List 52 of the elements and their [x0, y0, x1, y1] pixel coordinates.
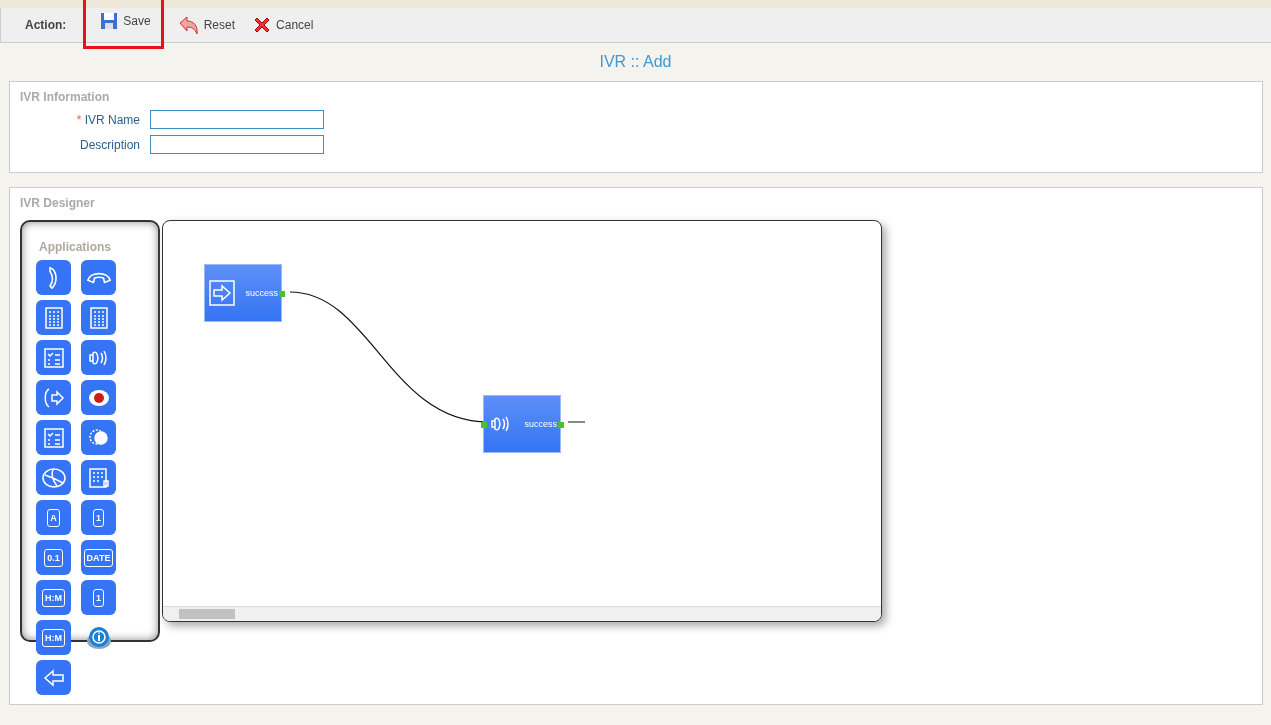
palette-tile[interactable]	[36, 420, 71, 455]
field-label: Description	[78, 137, 140, 152]
palette-tile[interactable]	[36, 380, 71, 415]
glyph-label: 1	[93, 588, 104, 607]
glyph-label: H:M	[42, 628, 65, 647]
palette-tile[interactable]	[36, 340, 71, 375]
handset-icon	[47, 266, 60, 289]
palette-tile[interactable]	[81, 420, 116, 455]
reset-button[interactable]: Reset	[174, 15, 240, 35]
palette-tile[interactable]	[81, 260, 116, 295]
palette-tile[interactable]	[81, 380, 116, 415]
flow-node[interactable]: success	[483, 395, 561, 453]
port-label: success	[245, 288, 278, 298]
undo-arrow-icon	[178, 15, 199, 35]
connector-line	[568, 421, 585, 423]
palette-tile[interactable]: 0.1	[36, 540, 71, 575]
palette-tile[interactable]	[81, 460, 116, 495]
field-label: * IVR Name	[75, 112, 140, 127]
glyph-label: DATE	[83, 548, 114, 567]
section-legend: IVR Designer	[20, 196, 1252, 210]
glyph-label: 0.1	[44, 548, 63, 567]
palette-tile[interactable]: 1	[81, 500, 116, 535]
input-field[interactable]	[150, 110, 324, 129]
input-port[interactable]	[481, 422, 487, 428]
toolbar-label: Action:	[25, 18, 67, 32]
glyph-label: 1	[93, 508, 104, 527]
palette-tile[interactable]: A	[36, 500, 71, 535]
arrow-right-icon	[209, 280, 235, 306]
handset-icon	[86, 271, 111, 284]
palette-tile[interactable]	[36, 460, 71, 495]
palette-tile[interactable]: H:M	[36, 620, 71, 655]
page-title: IVR :: Add	[598, 52, 673, 72]
horizontal-scrollbar[interactable]	[163, 606, 881, 621]
palette-tile[interactable]: DATE	[81, 540, 116, 575]
palette-title: Applications	[39, 240, 112, 254]
palette-tile[interactable]	[81, 300, 116, 335]
input-field[interactable]	[150, 135, 324, 154]
flow-node[interactable]: success	[204, 264, 282, 322]
close-icon	[253, 16, 272, 34]
palette-tile[interactable]	[81, 340, 116, 375]
palette-tile[interactable]	[36, 300, 71, 335]
section-legend: IVR Information	[20, 90, 1252, 104]
palette-tile[interactable]: H:M	[36, 580, 71, 615]
glyph-label: A	[47, 508, 60, 527]
port-label: success	[524, 419, 557, 429]
palette-tile[interactable]: 1	[81, 580, 116, 615]
palette-tile[interactable]	[36, 260, 71, 295]
palette-tile[interactable]	[36, 660, 71, 695]
scrollbar-thumb[interactable]	[179, 609, 235, 619]
glyph-label: H:M	[42, 588, 65, 607]
cancel-button[interactable]: Cancel	[249, 16, 318, 34]
save-button[interactable]: Save	[86, 0, 161, 46]
